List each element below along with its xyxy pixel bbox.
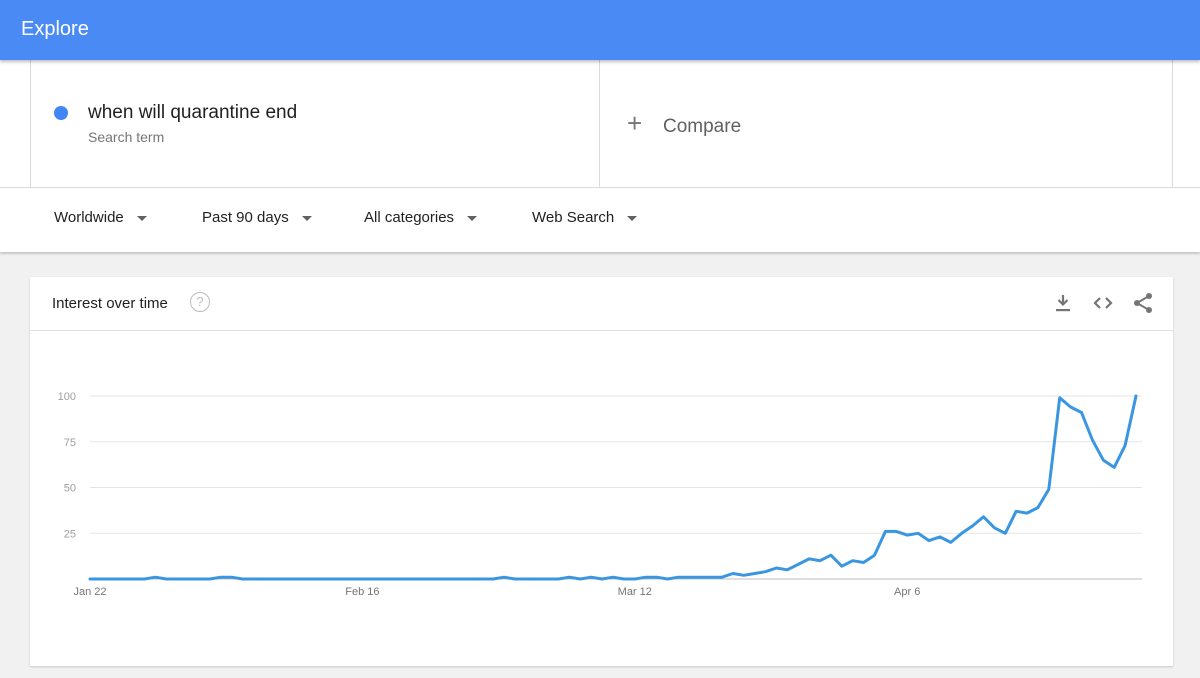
search-terms-bar: when will quarantine end Search term + C… bbox=[0, 60, 1200, 188]
compare-label: Compare bbox=[663, 116, 742, 137]
search-type-filter-label: Web Search bbox=[532, 209, 615, 226]
interest-over-time-card: Interest over time ? 25 50 75 100 Jan 22 Feb … bbox=[30, 277, 1173, 666]
caret-down-icon bbox=[467, 216, 478, 221]
embed-code-icon[interactable] bbox=[1091, 291, 1115, 315]
y-tick-label: 100 bbox=[58, 391, 76, 403]
interest-line-chart: 25 50 75 100 Jan 22 Feb 16 Mar 12 Apr 6 bbox=[58, 391, 1142, 598]
region-filter-dropdown[interactable]: Worldwide bbox=[54, 209, 147, 226]
term-color-dot bbox=[54, 106, 68, 120]
y-tick-label: 75 bbox=[64, 437, 76, 449]
page-title: Explore bbox=[21, 18, 89, 40]
card-title: Interest over time bbox=[52, 295, 168, 312]
top-app-bar: Explore bbox=[0, 0, 1200, 60]
caret-down-icon bbox=[301, 216, 312, 221]
y-tick-label: 25 bbox=[64, 528, 76, 540]
search-term-subtitle: Search term bbox=[88, 129, 165, 145]
plus-icon: + bbox=[627, 108, 643, 138]
search-type-filter-dropdown[interactable]: Web Search bbox=[532, 209, 638, 226]
y-tick-label: 50 bbox=[64, 483, 76, 495]
category-filter-label: All categories bbox=[364, 209, 455, 226]
category-filter-dropdown[interactable]: All categories bbox=[364, 209, 478, 226]
compare-button[interactable]: + Compare bbox=[600, 60, 1173, 188]
x-tick-label: Apr 6 bbox=[894, 586, 920, 598]
x-tick-label: Mar 12 bbox=[618, 586, 652, 598]
share-icon[interactable] bbox=[1131, 291, 1155, 315]
filter-bar: Worldwide Past 90 days All categories We… bbox=[0, 188, 1200, 252]
time-range-filter-label: Past 90 days bbox=[202, 209, 289, 226]
search-term-text[interactable]: when will quarantine end bbox=[88, 102, 297, 124]
download-icon[interactable] bbox=[1051, 291, 1075, 315]
card-header: Interest over time ? bbox=[30, 277, 1173, 331]
x-tick-label: Jan 22 bbox=[73, 586, 106, 598]
time-range-filter-dropdown[interactable]: Past 90 days bbox=[202, 209, 312, 226]
caret-down-icon bbox=[627, 216, 638, 221]
help-icon[interactable]: ? bbox=[190, 292, 210, 312]
search-term-card[interactable]: when will quarantine end Search term bbox=[30, 60, 600, 188]
region-filter-label: Worldwide bbox=[54, 209, 124, 226]
x-tick-label: Feb 16 bbox=[345, 586, 379, 598]
caret-down-icon bbox=[136, 216, 147, 221]
